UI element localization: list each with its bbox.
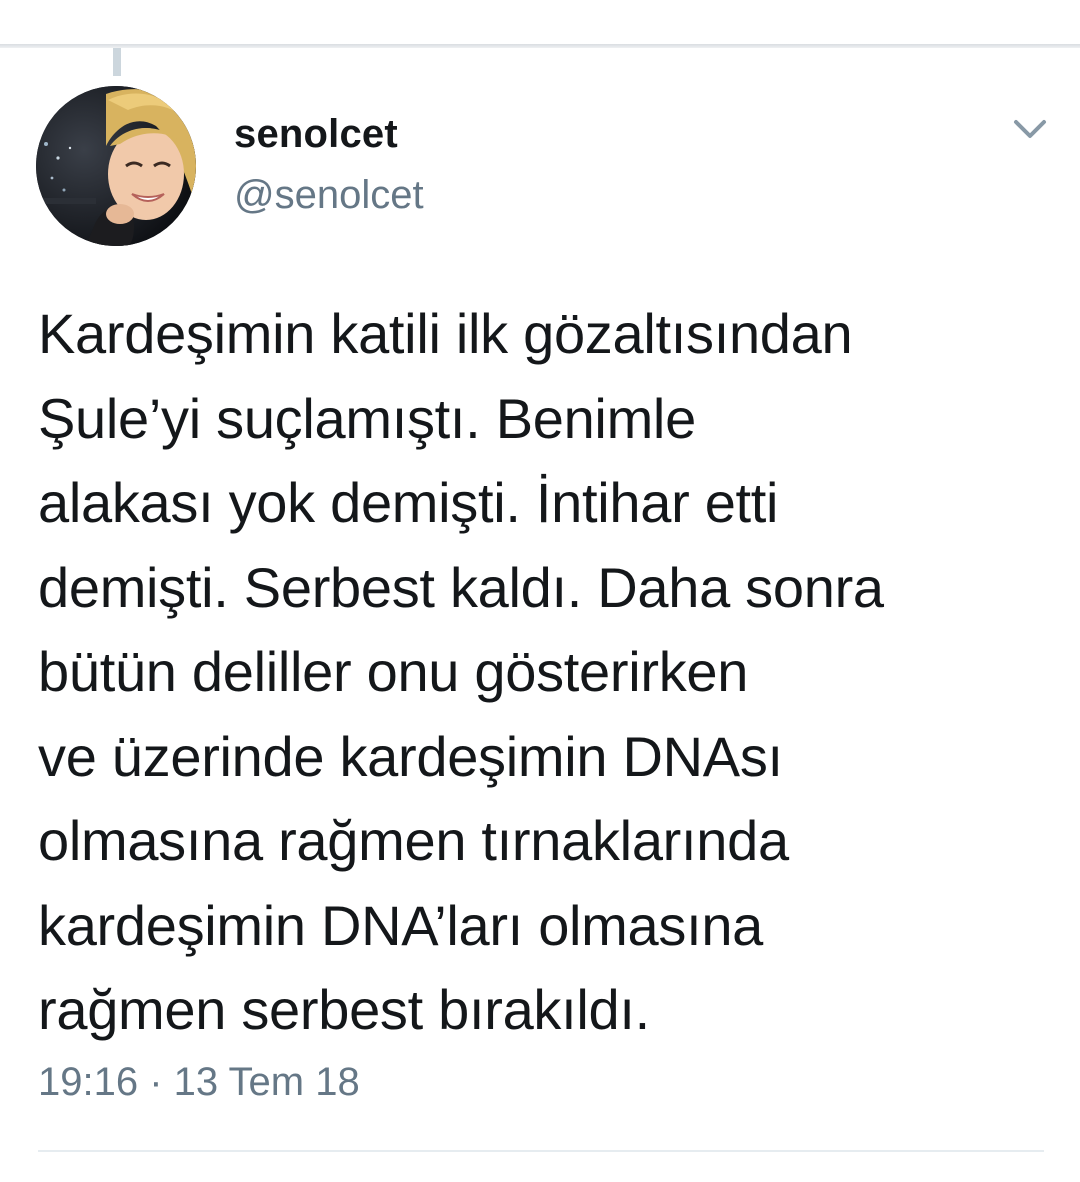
tweet-timestamp[interactable]: 19:16 · 13 Tem 18: [38, 1060, 360, 1105]
tweet-date: 13 Tem 18: [173, 1060, 360, 1104]
chevron-down-icon[interactable]: [1008, 112, 1052, 146]
bottom-divider: [38, 1150, 1044, 1152]
timestamp-separator: ·: [138, 1060, 174, 1104]
tweet-text: Kardeşimin katili ilk gözaltısından Şule…: [38, 302, 884, 1041]
author-display-name[interactable]: senolcet: [234, 112, 398, 157]
author-handle[interactable]: @senolcet: [234, 173, 424, 218]
thread-connector-line: [113, 48, 121, 76]
avatar[interactable]: [36, 86, 196, 246]
top-divider: [0, 44, 1080, 48]
tweet-time: 19:16: [38, 1060, 139, 1104]
